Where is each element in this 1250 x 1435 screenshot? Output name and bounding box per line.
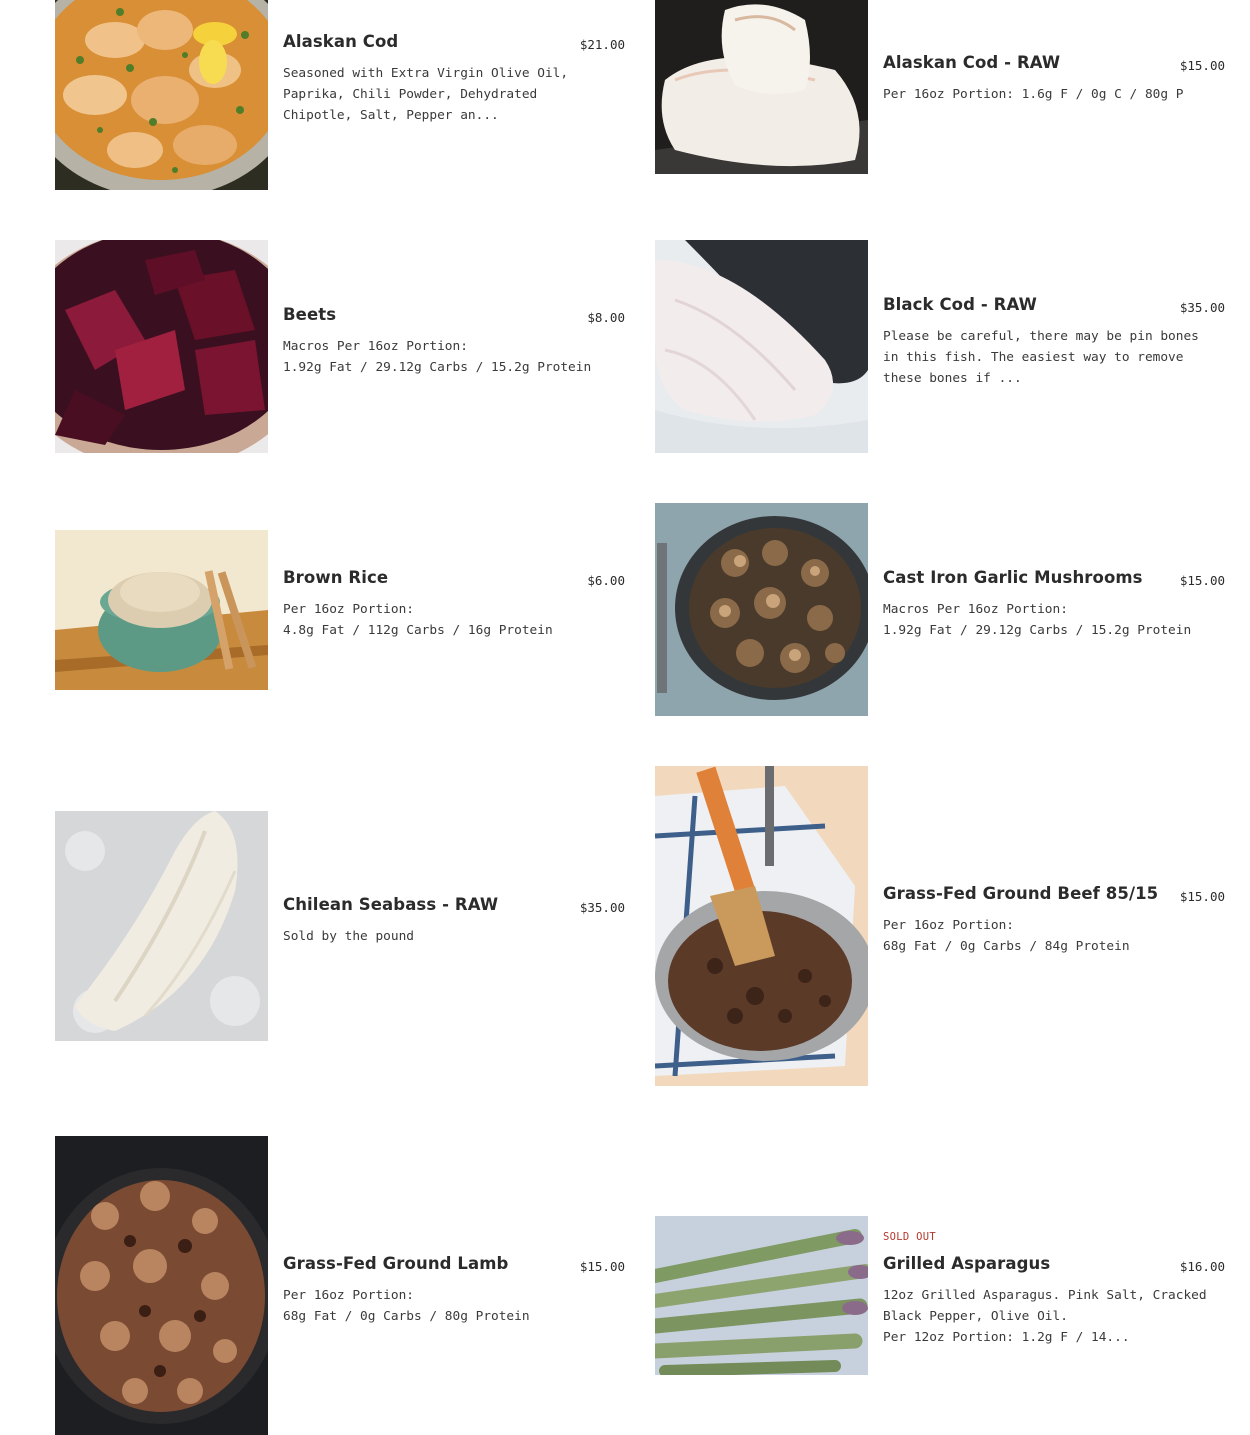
product-title[interactable]: Grass-Fed Ground Beef 85/15 — [883, 884, 1158, 903]
product-price: $15.00 — [579, 1259, 625, 1274]
product-image[interactable] — [55, 1136, 268, 1435]
product-title[interactable]: Grass-Fed Ground Lamb — [283, 1254, 508, 1273]
product-price: $15.00 — [1179, 889, 1225, 904]
product-price: $6.00 — [587, 573, 625, 588]
product-description: Per 16oz Portion: 1.6g F / 0g C / 80g P — [883, 87, 1184, 102]
product-info: Chilean Seabass - RAW $35.00 Sold by the… — [283, 895, 625, 947]
product-card[interactable]: Black Cod - RAW $35.00 Please be careful… — [655, 240, 1225, 453]
product-card[interactable]: SOLD OUT Grilled Asparagus $16.00 12oz G… — [655, 1216, 1225, 1376]
product-info: Cast Iron Garlic Mushrooms $15.00 Macros… — [883, 568, 1225, 641]
product-info: Grass-Fed Ground Lamb $15.00 Per 16oz Po… — [283, 1254, 625, 1327]
product-title[interactable]: Alaskan Cod - RAW — [883, 53, 1060, 72]
sold-out-badge: SOLD OUT — [883, 1231, 936, 1243]
product-image[interactable] — [55, 240, 268, 453]
product-card[interactable]: Alaskan Cod - RAW $15.00 Per 16oz Portio… — [655, 0, 1225, 174]
product-description: Per 16oz Portion: 4.8g Fat / 112g Carbs … — [283, 602, 553, 638]
product-image[interactable] — [655, 766, 868, 1086]
product-card[interactable]: Beets $8.00 Macros Per 16oz Portion: 1.9… — [55, 240, 625, 453]
product-card[interactable]: Grass-Fed Ground Beef 85/15 $15.00 Per 1… — [655, 766, 1225, 1086]
product-title[interactable]: Alaskan Cod — [283, 32, 398, 51]
product-title[interactable]: Cast Iron Garlic Mushrooms — [883, 568, 1143, 587]
product-title[interactable]: Brown Rice — [283, 568, 388, 587]
product-price: $16.00 — [1179, 1259, 1225, 1274]
product-title[interactable]: Chilean Seabass - RAW — [283, 895, 498, 914]
product-price: $21.00 — [579, 37, 625, 52]
product-title[interactable]: Black Cod - RAW — [883, 295, 1037, 314]
product-description: Please be careful, there may be pin bone… — [883, 329, 1199, 386]
product-image[interactable] — [55, 530, 268, 690]
product-info: Brown Rice $6.00 Per 16oz Portion: 4.8g … — [283, 568, 625, 641]
product-price: $35.00 — [579, 900, 625, 915]
product-title[interactable]: Grilled Asparagus — [883, 1254, 1050, 1273]
product-description: 12oz Grilled Asparagus. Pink Salt, Crack… — [883, 1288, 1207, 1345]
product-card[interactable]: Cast Iron Garlic Mushrooms $15.00 Macros… — [655, 503, 1225, 716]
product-description: Macros Per 16oz Portion: 1.92g Fat / 29.… — [883, 602, 1192, 638]
product-description: Sold by the pound — [283, 929, 414, 944]
product-description: Per 16oz Portion: 68g Fat / 0g Carbs / 8… — [283, 1288, 530, 1324]
product-info: Grass-Fed Ground Beef 85/15 $15.00 Per 1… — [883, 884, 1225, 957]
product-info: SOLD OUT Grilled Asparagus $16.00 12oz G… — [883, 1231, 1225, 1348]
product-image[interactable] — [655, 240, 868, 453]
product-price: $8.00 — [587, 310, 625, 325]
product-image[interactable] — [655, 0, 868, 174]
product-info: Beets $8.00 Macros Per 16oz Portion: 1.9… — [283, 305, 625, 378]
product-card[interactable]: Chilean Seabass - RAW $35.00 Sold by the… — [55, 811, 625, 1041]
product-info: Alaskan Cod $21.00 Seasoned with Extra V… — [283, 32, 625, 126]
product-price: $15.00 — [1179, 58, 1225, 73]
product-price: $35.00 — [1179, 300, 1225, 315]
product-info: Black Cod - RAW $35.00 Please be careful… — [883, 295, 1225, 389]
product-info: Alaskan Cod - RAW $15.00 Per 16oz Portio… — [883, 53, 1225, 105]
product-image[interactable] — [655, 503, 868, 716]
product-card[interactable]: Brown Rice $6.00 Per 16oz Portion: 4.8g … — [55, 530, 625, 690]
product-card[interactable]: Grass-Fed Ground Lamb $15.00 Per 16oz Po… — [55, 1136, 625, 1435]
product-card[interactable]: Alaskan Cod $21.00 Seasoned with Extra V… — [55, 0, 625, 190]
product-image[interactable] — [55, 811, 268, 1041]
product-description: Per 16oz Portion: 68g Fat / 0g Carbs / 8… — [883, 918, 1130, 954]
product-description: Macros Per 16oz Portion: 1.92g Fat / 29.… — [283, 339, 592, 375]
product-title[interactable]: Beets — [283, 305, 336, 324]
product-description: Seasoned with Extra Virgin Olive Oil, Pa… — [283, 66, 569, 123]
product-image[interactable] — [55, 0, 268, 190]
product-image[interactable] — [655, 1216, 868, 1375]
product-price: $15.00 — [1179, 573, 1225, 588]
